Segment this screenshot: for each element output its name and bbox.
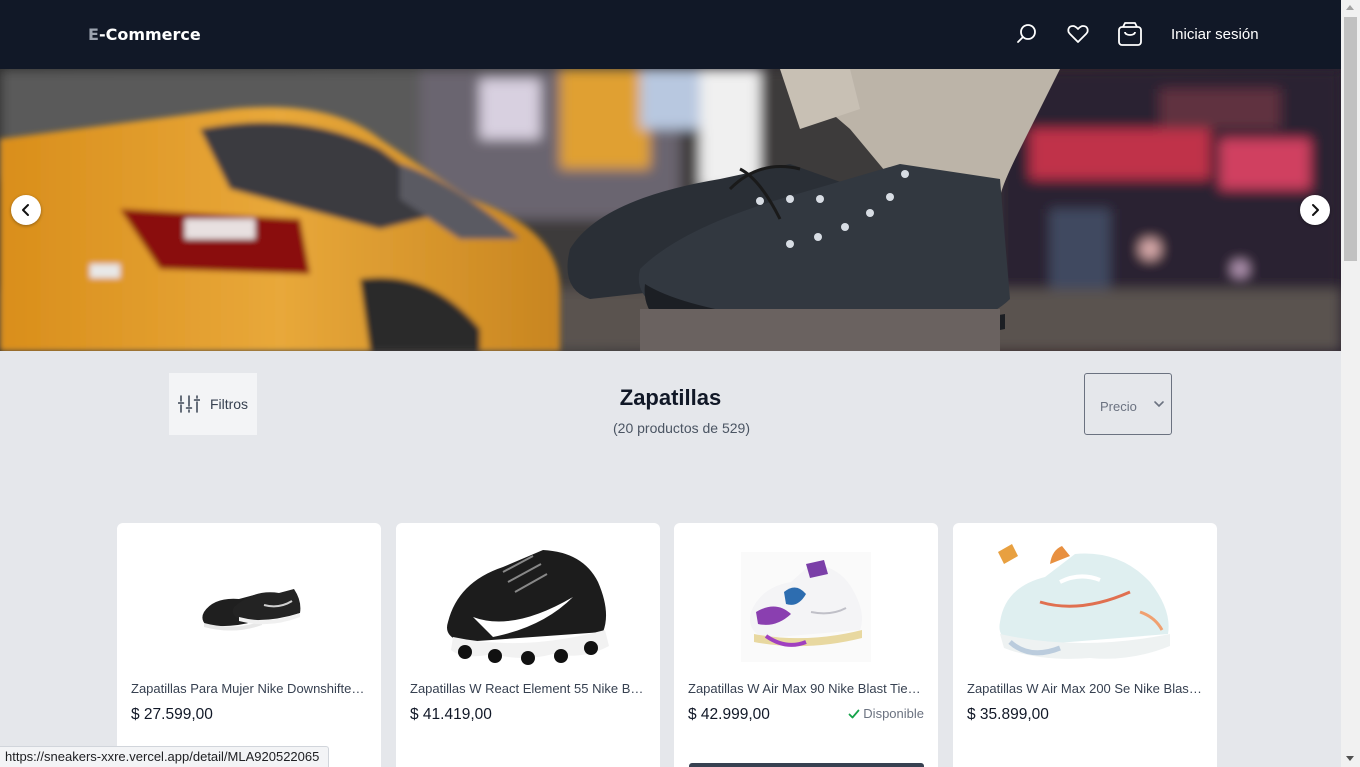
product-image[interactable] <box>117 537 381 677</box>
product-image[interactable] <box>674 537 938 677</box>
product-card[interactable]: Zapatillas W React Element 55 Nike Blas.… <box>396 523 660 767</box>
product-card[interactable]: Zapatillas Para Mujer Nike Downshifter .… <box>117 523 381 767</box>
page-scrollbar[interactable] <box>1341 0 1360 767</box>
product-name[interactable]: Zapatillas W Air Max 90 Nike Blast Tien.… <box>688 681 924 696</box>
product-image[interactable] <box>396 537 660 677</box>
product-card[interactable]: Zapatillas W Air Max 200 Se Nike Blast T… <box>953 523 1217 767</box>
hero-banner-image <box>0 69 1341 351</box>
product-name[interactable]: Zapatillas Para Mujer Nike Downshifter .… <box>131 681 367 696</box>
chevron-right-icon <box>1312 204 1319 216</box>
chevron-left-icon <box>22 204 29 216</box>
add-to-cart-button[interactable] <box>689 763 924 767</box>
sort-select[interactable]: Precio <box>1084 373 1172 435</box>
scrollbar-thumb[interactable] <box>1344 17 1357 261</box>
logo-initial: E <box>88 25 99 44</box>
product-price: $ 42.999,00 <box>688 706 770 723</box>
availability-text: Disponible <box>863 706 924 721</box>
scroll-down-icon[interactable] <box>1346 756 1354 761</box>
carousel-prev-button[interactable] <box>11 195 41 225</box>
product-name[interactable]: Zapatillas W Air Max 200 Se Nike Blast T… <box>967 681 1203 696</box>
product-image[interactable] <box>953 537 1217 677</box>
login-link[interactable]: Iniciar sesión <box>1171 26 1259 43</box>
top-navbar: E-Commerce Iniciar sesión <box>0 0 1341 69</box>
brand-logo[interactable]: E-Commerce <box>88 25 201 44</box>
carousel-next-button[interactable] <box>1300 195 1330 225</box>
product-price: $ 35.899,00 <box>967 706 1049 723</box>
check-icon <box>848 709 860 718</box>
product-name[interactable]: Zapatillas W React Element 55 Nike Blas.… <box>410 681 646 696</box>
scroll-up-icon[interactable] <box>1346 5 1354 10</box>
link-preview-statusbar: https://sneakers-xxre.vercel.app/detail/… <box>0 746 330 767</box>
logo-text: -Commerce <box>98 25 201 44</box>
category-title: Zapatillas <box>619 385 722 410</box>
hero-carousel <box>0 69 1341 351</box>
sort-select-value: Precio <box>1100 399 1137 414</box>
search-icon[interactable] <box>1014 21 1040 47</box>
product-card[interactable]: Zapatillas W Air Max 90 Nike Blast Tien.… <box>674 523 938 767</box>
chevron-down-icon <box>1154 401 1164 408</box>
product-price: $ 41.419,00 <box>410 706 492 723</box>
availability-badge: Disponible <box>848 706 924 721</box>
heart-icon[interactable] <box>1065 21 1091 47</box>
product-price: $ 27.599,00 <box>131 706 213 723</box>
shopping-bag-icon[interactable] <box>1117 21 1143 47</box>
